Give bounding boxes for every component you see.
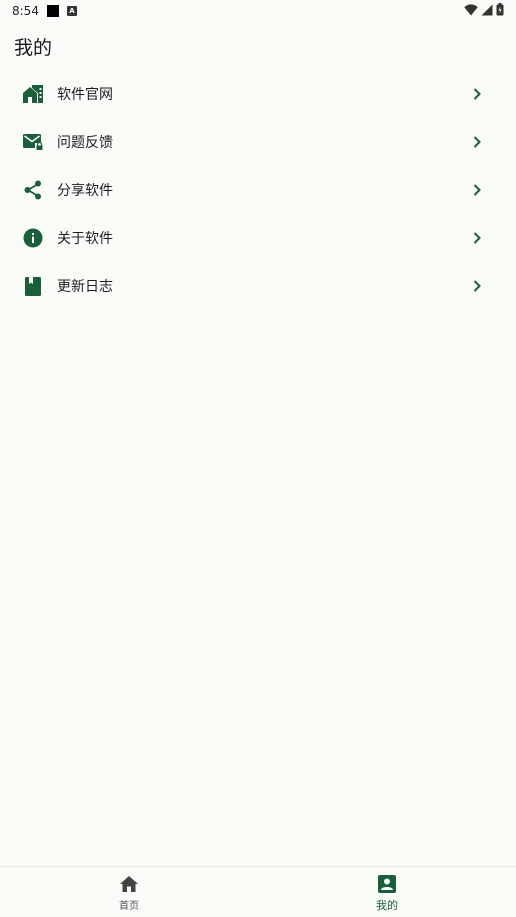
profile-icon [378,874,396,894]
menu-item-label: 问题反馈 [57,135,113,151]
website-icon [22,83,44,105]
menu-item-website[interactable]: 软件官网 [0,70,516,118]
menu-item-changelog[interactable]: 更新日志 [0,262,516,310]
nav-label: 我的 [376,898,398,912]
menu-item-label: 更新日志 [57,279,113,295]
menu-item-about[interactable]: 关于软件 [0,214,516,262]
info-icon [22,227,44,249]
menu-item-label: 软件官网 [57,87,113,103]
status-bar: 8:54 A [0,0,516,22]
chevron-right-icon [470,87,484,101]
menu-item-label: 分享软件 [57,183,113,199]
notification-square-icon [46,5,59,17]
nav-label: 首页 [119,901,139,912]
status-left: 8:54 A [12,4,77,18]
book-icon [22,275,44,297]
menu-item-feedback[interactable]: 问题反馈 [0,118,516,166]
notification-a-icon: A [66,6,77,16]
share-icon [22,179,44,201]
chevron-right-icon [470,135,484,149]
status-right [464,3,504,19]
status-time: 8:54 [12,4,39,18]
bottom-nav: 首页 我的 [0,866,516,917]
battery-icon [496,3,504,19]
page-title: 我的 [14,37,53,59]
menu-list: 软件官网 问题反馈 分享软件 关于软件 更新日志 [0,70,516,310]
nav-item-home[interactable]: 首页 [0,867,258,917]
feedback-mail-icon [22,131,44,153]
nav-item-profile[interactable]: 我的 [258,867,516,917]
chevron-right-icon [470,183,484,197]
home-icon [120,874,138,894]
cell-signal-icon [481,4,493,19]
menu-item-label: 关于软件 [57,231,113,247]
chevron-right-icon [470,231,484,245]
chevron-right-icon [470,279,484,293]
screen: 8:54 A 我的 软件官网 问题反馈 分享软件 关于软件 更新日志 首页 我的 [0,0,516,917]
menu-item-share[interactable]: 分享软件 [0,166,516,214]
wifi-icon [464,3,478,19]
